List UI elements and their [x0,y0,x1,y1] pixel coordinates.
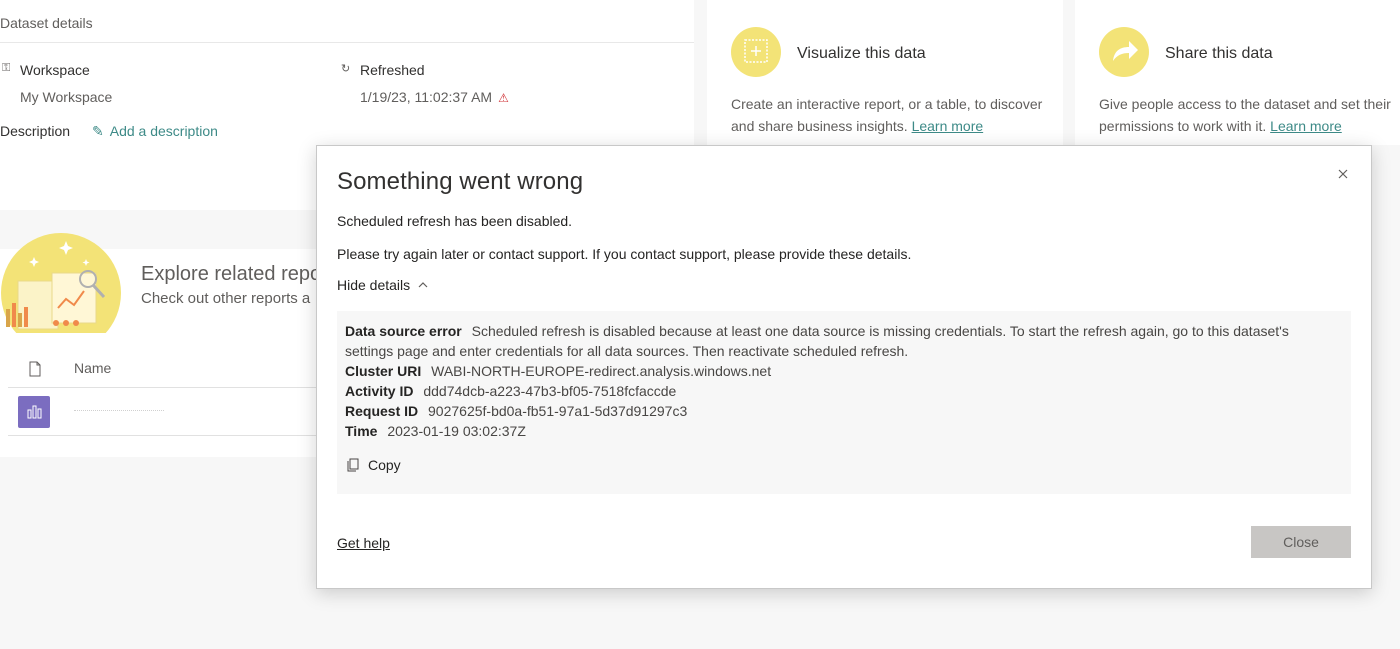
pencil-icon: ✎ [92,123,104,139]
error-details-text[interactable]: Data source error Scheduled refresh is d… [345,321,1335,441]
explore-subtitle: Check out other reports a [141,290,311,307]
get-help-link[interactable]: Get help [337,535,390,551]
dataset-details-title: Dataset details [0,15,93,31]
hide-details-toggle[interactable]: Hide details [337,277,428,293]
warning-icon[interactable]: ⚠ [498,91,509,105]
close-button[interactable]: Close [1251,526,1351,558]
column-header-name[interactable]: Name [74,360,111,376]
visualize-icon [731,27,781,77]
share-title: Share this data [1165,45,1273,62]
dialog-title: Something went wrong [337,168,584,195]
explore-illustration-icon [1,233,121,333]
report-icon [18,396,50,428]
data-source-error-line: Data source error Scheduled refresh is d… [345,323,1289,359]
refreshed-value: 1/19/23, 11:02:37 AM ⚠ [360,89,509,105]
refreshed-label: Refreshed [360,62,425,78]
file-icon [29,361,41,377]
copy-button[interactable]: Copy [347,457,401,473]
report-name-redacted [74,410,164,413]
add-description-link[interactable]: ✎ Add a description [92,123,218,140]
hide-details-label: Hide details [337,277,411,293]
explore-title: Explore related repo [141,263,322,285]
share-icon [1099,27,1149,77]
request-id-line: Request ID 9027625f-bd0a-fb51-97a1-5d37d… [345,403,688,419]
error-details-box: Data source error Scheduled refresh is d… [337,311,1351,494]
copy-icon [347,458,359,472]
visualize-title: Visualize this data [797,45,926,62]
dialog-support-message: Please try again later or contact suppor… [337,246,912,262]
description-label: Description [0,123,71,139]
chevron-up-icon [418,282,428,288]
workspace-label: Workspace [20,62,90,78]
visualize-description: Create an interactive report, or a table… [731,96,1043,134]
visualize-card[interactable]: Visualize this data Create an interactiv… [707,0,1063,145]
share-learn-more-link[interactable]: Learn more [1270,118,1342,134]
visualize-learn-more-link[interactable]: Learn more [912,118,984,134]
close-icon[interactable] [1335,166,1351,182]
dataset-details-header: Dataset details [0,0,694,43]
cluster-uri-line: Cluster URI WABI-NORTH-EUROPE-redirect.a… [345,363,772,379]
refresh-icon: ↻ [341,63,351,75]
error-dialog: Something went wrong Scheduled refresh h… [316,145,1372,589]
workspace-value[interactable]: My Workspace [20,89,112,105]
dialog-message: Scheduled refresh has been disabled. [337,213,573,229]
workspace-icon: ⚿ [2,62,11,74]
time-line: Time 2023-01-19 03:02:37Z [345,423,526,439]
activity-id-line: Activity ID ddd74dcb-a223-47b3-bf05-7518… [345,383,677,399]
share-description: Give people access to the dataset and se… [1099,96,1391,134]
copy-label: Copy [368,457,401,473]
share-card[interactable]: Share this data Give people access to th… [1075,0,1400,145]
